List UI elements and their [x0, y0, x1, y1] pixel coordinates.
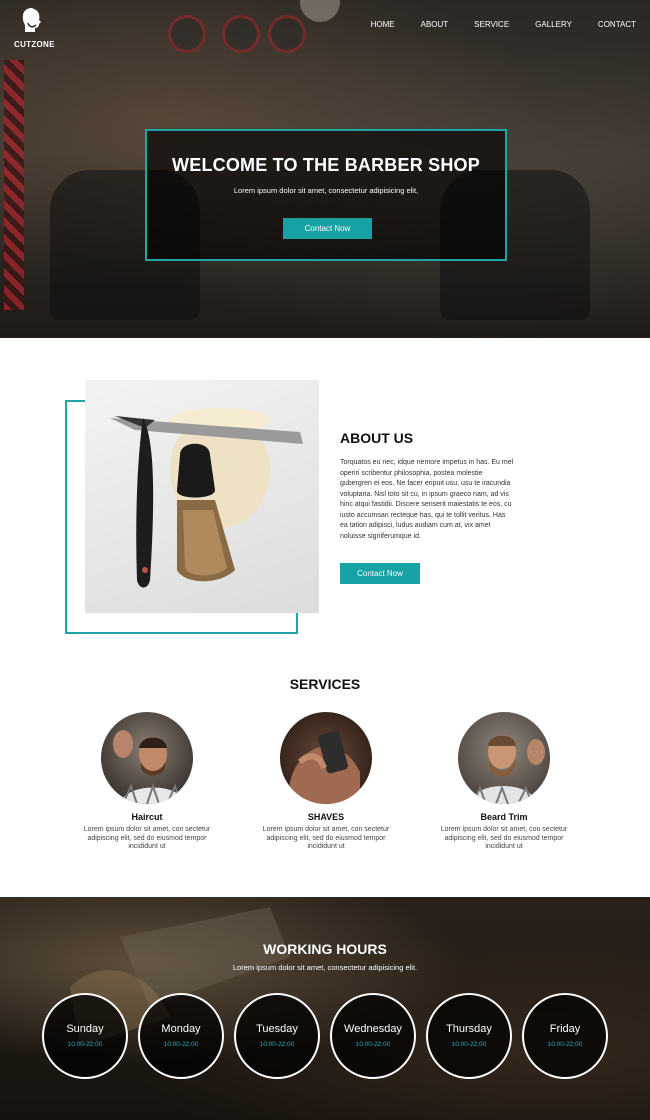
- day-name: Tuesday: [256, 1023, 298, 1035]
- hero-box: WELCOME TO THE BARBER SHOP Lorem ipsum d…: [145, 129, 507, 261]
- beard-trim-image: [458, 712, 550, 804]
- day-name: Sunday: [66, 1023, 104, 1035]
- about-text-line: hinc atqui fastidii. Discere senserit ma…: [340, 501, 512, 508]
- service-name: Beard Trim: [480, 812, 528, 822]
- brand-name: CUTZONE: [14, 40, 55, 49]
- day-time: 10:00-22:00: [67, 1041, 103, 1048]
- about-text-line: Torquatos eu nec, idque nemore impetus i…: [340, 459, 514, 466]
- day-circle: Friday 10:00-22:00: [522, 993, 608, 1079]
- haircut-photo-icon: [113, 730, 185, 804]
- about-text-line: operiri scribentur philosophia, postea m…: [340, 469, 483, 477]
- hero-title: WELCOME TO THE BARBER SHOP: [172, 155, 480, 175]
- day-name: Thursday: [446, 1023, 492, 1035]
- about-text-line: voluptaria. Nisl toto sit cu, in ipsum g…: [340, 490, 509, 498]
- about-image: [85, 380, 319, 613]
- about-contact-button[interactable]: Contact Now: [340, 563, 420, 584]
- day-circle: Wednesday 10:00-22:00: [330, 993, 416, 1079]
- service-description: Lorem ipsum dolor sit amet, con sectetur…: [72, 826, 222, 852]
- hero-subtitle: Lorem ipsum dolor sit amet, consectetur …: [233, 186, 419, 195]
- service-desc-line: incididunt ut: [485, 843, 523, 850]
- wall-sign: [222, 15, 260, 53]
- shaves-image: [280, 712, 372, 804]
- hours-subtitle: Lorem ipsum dolor sit amet, consectetur …: [232, 963, 418, 972]
- service-card-beard-trim[interactable]: Beard Trim Lorem ipsum dolor sit amet, c…: [429, 712, 579, 852]
- service-description: Lorem ipsum dolor sit amet, con sectetur…: [251, 826, 401, 852]
- nav-service[interactable]: SERVICE: [461, 20, 522, 29]
- day-circle: Tuesday 10:00-22:00: [234, 993, 320, 1079]
- about-text-line: gubergren ei eos. Ne facer eripuit usu, …: [340, 480, 511, 487]
- day-name: Monday: [161, 1023, 201, 1035]
- day-name: Friday: [549, 1023, 581, 1035]
- service-desc-line: adipiscing elit, sed do eiusmod tempor: [266, 834, 386, 842]
- barber-head-icon: [22, 8, 41, 32]
- wall-sign: [268, 15, 306, 53]
- barber-pole-decoration: [4, 60, 24, 310]
- service-description: Lorem ipsum dolor sit amet, con sectetur…: [429, 826, 579, 852]
- service-desc-line: adipiscing elit, sed do eiusmod tempor: [444, 834, 564, 842]
- nav-contact[interactable]: CONTACT: [585, 20, 638, 29]
- services-title: SERVICES: [289, 676, 361, 692]
- service-desc-line: incididunt ut: [307, 843, 345, 850]
- haircut-image: [101, 712, 193, 804]
- nav-home[interactable]: HOME: [358, 20, 408, 29]
- main-nav: HOME ABOUT SERVICE GALLERY CONTACT: [358, 20, 638, 29]
- service-card-shaves[interactable]: SHAVES Lorem ipsum dolor sit amet, con s…: [251, 712, 401, 852]
- hours-title: WORKING HOURS: [263, 941, 387, 957]
- day-time: 10:00-22:00: [259, 1041, 295, 1048]
- day-time: 10:00-22:00: [451, 1041, 487, 1048]
- service-desc-line: Lorem ipsum dolor sit amet, con sectetur: [440, 826, 568, 833]
- day-time: 10:00-22:00: [355, 1041, 391, 1048]
- day-circle: Monday 10:00-22:00: [138, 993, 224, 1079]
- service-desc-line: Lorem ipsum dolor sit amet, con sectetur: [262, 826, 390, 833]
- shaves-photo-icon: [290, 730, 360, 804]
- nav-gallery[interactable]: GALLERY: [522, 20, 585, 29]
- nav-about[interactable]: ABOUT: [408, 20, 462, 29]
- day-time: 10:00-22:00: [163, 1041, 199, 1048]
- service-desc-line: adipiscing elit, sed do eiusmod tempor: [87, 834, 207, 842]
- service-desc-line: incididunt ut: [128, 843, 166, 850]
- hero-contact-button[interactable]: Contact Now: [283, 218, 372, 239]
- about-text-line: iusto accumsan recteque has, qui te toll…: [340, 511, 506, 519]
- about-title: ABOUT US: [340, 430, 414, 446]
- about-text-line: ea tation adipisci, ludus audiam cum at,…: [340, 522, 491, 529]
- ceiling-lamp: [300, 0, 340, 22]
- wall-sign: [168, 15, 206, 53]
- beard-trim-photo-icon: [470, 735, 545, 804]
- about-text-line: noluisse signiferumque id.: [340, 532, 421, 540]
- razor-and-brush-illustration: [110, 408, 303, 588]
- day-circle: Sunday 10:00-22:00: [42, 993, 128, 1079]
- logo[interactable]: CUTZONE: [14, 6, 55, 49]
- day-circle: Thursday 10:00-22:00: [426, 993, 512, 1079]
- working-hours-section: WORKING HOURS Lorem ipsum dolor sit amet…: [0, 897, 650, 1120]
- service-desc-line: Lorem ipsum dolor sit amet, con sectetur: [83, 826, 211, 833]
- day-time: 10:00-22:00: [547, 1041, 583, 1048]
- service-card-haircut[interactable]: Haircut Lorem ipsum dolor sit amet, con …: [72, 712, 222, 852]
- service-name: Haircut: [131, 812, 163, 822]
- day-name: Wednesday: [344, 1023, 402, 1035]
- hero-section: CUTZONE HOME ABOUT SERVICE GALLERY CONTA…: [0, 0, 650, 338]
- about-text: Torquatos eu nec, idque nemore impetus i…: [340, 458, 545, 542]
- service-name: SHAVES: [307, 812, 345, 822]
